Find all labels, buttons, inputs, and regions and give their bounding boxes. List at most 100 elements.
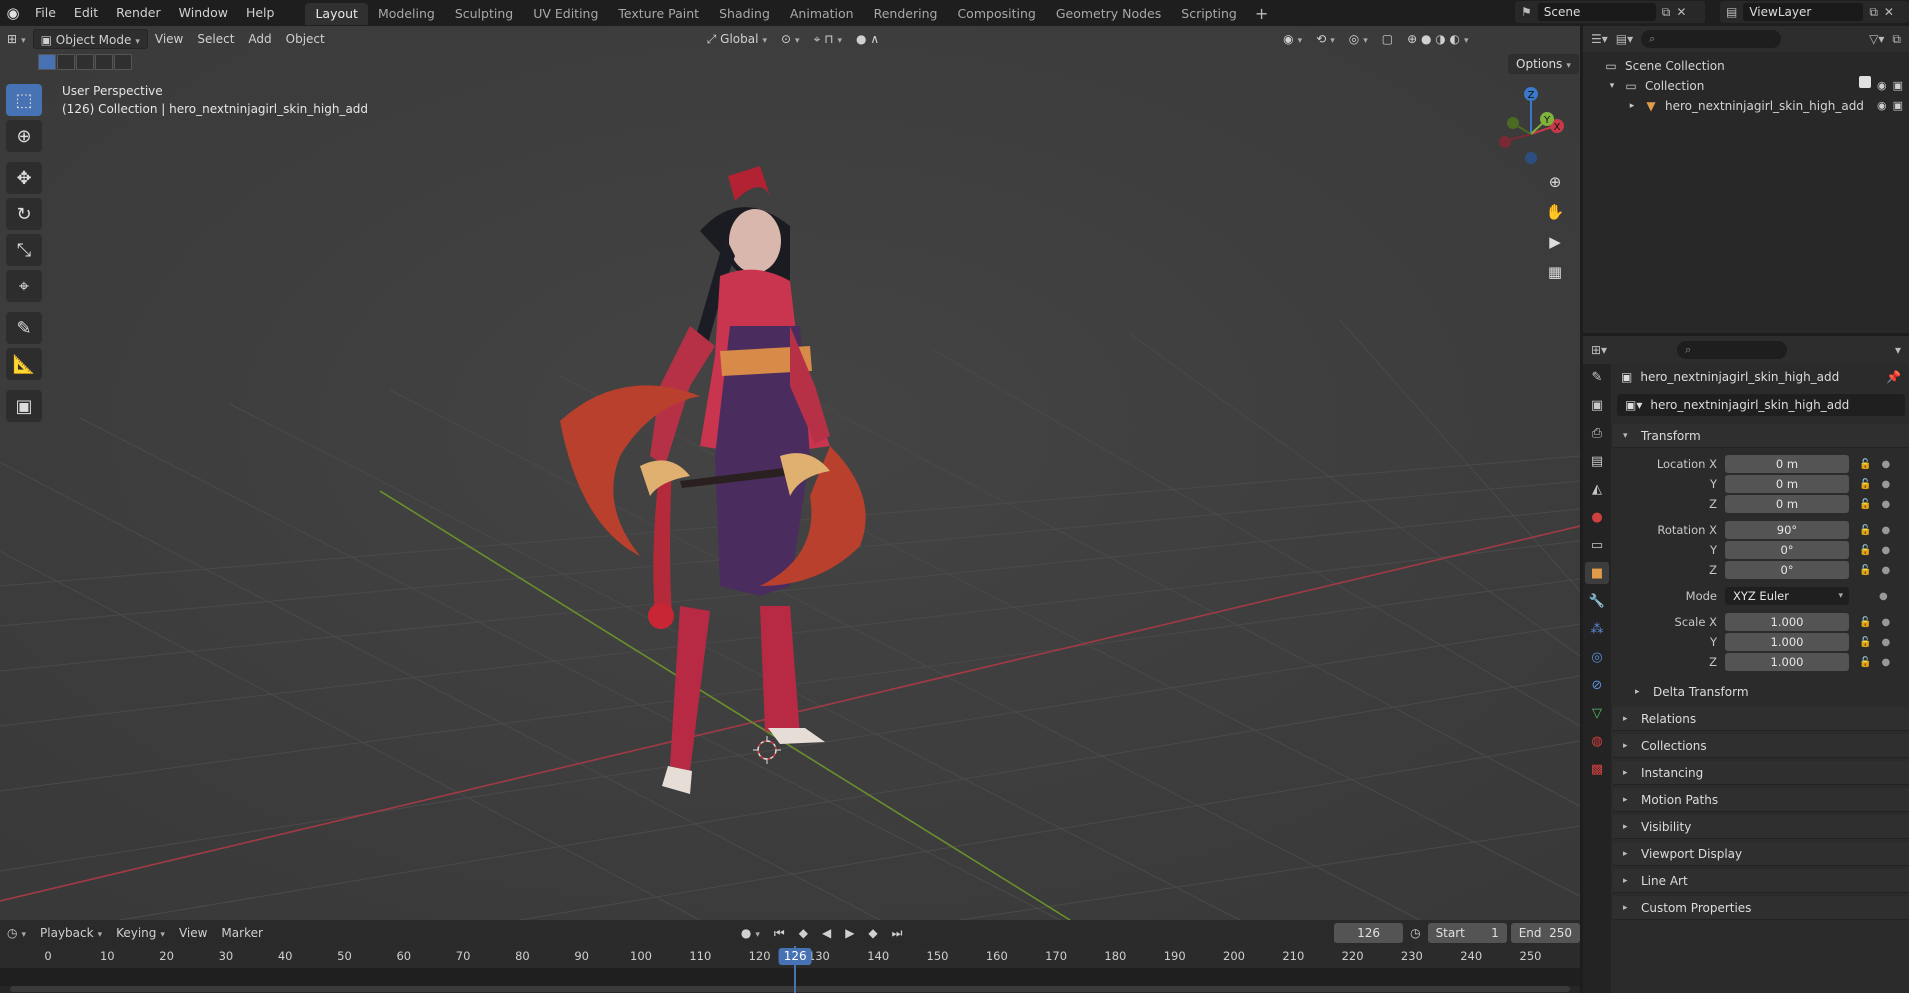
outliner-search-input[interactable]: ⌕ — [1641, 30, 1782, 48]
overlays-icon[interactable]: ◎ ▾ — [1342, 29, 1375, 49]
zoom-icon[interactable]: ⊕ — [1541, 168, 1569, 196]
3d-viewport[interactable]: Z X Y ⊞ ▾ ▣ Object Mode ▾ View Select Add … — [0, 26, 1580, 920]
select-intersect-icon[interactable] — [114, 54, 132, 70]
tool-tab-icon[interactable]: ✎ — [1585, 366, 1609, 388]
lock-icon[interactable]: 🔓 — [1859, 479, 1871, 490]
snap-icon[interactable]: ⌖ ⊓ ▾ — [807, 29, 849, 49]
render-tab-icon[interactable]: ▣ — [1585, 394, 1609, 416]
menu-window[interactable]: Window — [170, 0, 237, 26]
end-frame-field[interactable]: End 250 — [1510, 923, 1581, 943]
jump-start-icon[interactable]: ⏮ — [767, 923, 792, 943]
object-name-field[interactable]: ▣▾ hero_nextninjagirl_skin_high_add — [1617, 394, 1905, 416]
next-keyframe-icon[interactable]: ◆ — [861, 923, 884, 943]
tab-geometry-nodes[interactable]: Geometry Nodes — [1046, 3, 1171, 25]
measure-icon[interactable]: 📐 — [6, 348, 42, 380]
modifier-tab-icon[interactable]: 🔧 — [1585, 590, 1609, 612]
keyframe-dot-icon[interactable]: ● — [1881, 459, 1890, 470]
world-tab-icon[interactable]: ● — [1585, 506, 1609, 528]
select-extend-icon[interactable] — [57, 54, 75, 70]
transform-panel-header[interactable]: ▾ Transform — [1613, 424, 1909, 448]
start-frame-field[interactable]: Start 1 — [1427, 923, 1507, 943]
exclude-checkbox[interactable] — [1858, 76, 1871, 88]
pivot-icon[interactable]: ⊙ ▾ — [774, 29, 807, 49]
viewlayer-selector[interactable]: ▤ ViewLayer ⧉ ✕ — [1720, 1, 1909, 23]
scale-z-field[interactable]: 1.000 — [1725, 653, 1849, 671]
keyframe-dot-icon[interactable]: ● — [1881, 499, 1890, 510]
output-tab-icon[interactable]: ⎙ — [1585, 422, 1609, 444]
select-new-icon[interactable] — [38, 54, 56, 70]
viewlayer-name[interactable]: ViewLayer — [1743, 3, 1864, 21]
new-collection-icon[interactable]: ⧉ — [1892, 32, 1901, 47]
texture-tab-icon[interactable]: ▩ — [1585, 758, 1609, 780]
delete-scene-icon[interactable]: ✕ — [1676, 5, 1686, 19]
tab-rendering[interactable]: Rendering — [864, 3, 948, 25]
rotation-x-field[interactable]: 90° — [1725, 521, 1849, 539]
menu-select[interactable]: Select — [190, 29, 241, 49]
shading-modes[interactable]: ⊕ ● ◑ ◐ ▾ — [1400, 29, 1475, 49]
tab-shading[interactable]: Shading — [709, 3, 780, 25]
mode-dropdown[interactable]: ▣ Object Mode ▾ — [32, 29, 148, 49]
menu-timeline-view[interactable]: View — [172, 923, 214, 943]
menu-add[interactable]: Add — [241, 29, 278, 49]
scene-name[interactable]: Scene — [1537, 3, 1656, 21]
menu-keying[interactable]: Keying ▾ — [109, 923, 172, 943]
ortho-grid-icon[interactable]: ▦ — [1541, 258, 1569, 286]
tab-sculpting[interactable]: Sculpting — [445, 3, 523, 25]
add-workspace-button[interactable]: + — [1247, 4, 1276, 23]
constraints-tab-icon[interactable]: ⊘ — [1585, 674, 1609, 696]
lock-icon[interactable]: 🔓 — [1859, 617, 1871, 628]
keyframe-dot-icon[interactable]: ● — [1881, 657, 1890, 668]
current-frame-field[interactable]: 126 — [1333, 923, 1404, 943]
properties-search-input[interactable]: ⌕ — [1677, 341, 1788, 359]
clock-icon[interactable]: ◷ — [1403, 923, 1427, 943]
tab-scripting[interactable]: Scripting — [1171, 3, 1247, 25]
select-box-icon[interactable]: ⬚ — [6, 84, 42, 116]
tab-texture-paint[interactable]: Texture Paint — [608, 3, 709, 25]
expand-arrow-icon[interactable]: ▸ — [1627, 96, 1637, 116]
keyframe-dot-icon[interactable]: ● — [1881, 617, 1890, 628]
keyframe-dot-icon[interactable]: ● — [1881, 565, 1890, 576]
lock-icon[interactable]: 🔓 — [1859, 545, 1871, 556]
tab-modeling[interactable]: Modeling — [368, 3, 445, 25]
keyframe-dot-icon[interactable]: ● — [1881, 545, 1890, 556]
transform-orientation-dropdown[interactable]: ⤢ Global ▾ — [700, 29, 774, 49]
menu-view[interactable]: View — [148, 29, 190, 49]
rotation-y-field[interactable]: 0° — [1725, 541, 1849, 559]
lock-icon[interactable]: 🔓 — [1859, 637, 1871, 648]
visibility-icon[interactable]: ◉ ▾ — [1276, 29, 1309, 49]
menu-playback[interactable]: Playback ▾ — [33, 923, 109, 943]
tab-animation[interactable]: Animation — [780, 3, 864, 25]
menu-object[interactable]: Object — [279, 29, 332, 49]
annotate-icon[interactable]: ✎ — [6, 312, 42, 344]
line-art-panel-header[interactable]: ▸ Line Art — [1613, 869, 1909, 893]
pan-hand-icon[interactable]: ✋ — [1541, 198, 1569, 226]
select-subtract-icon[interactable] — [76, 54, 94, 70]
proportional-edit-icon[interactable]: ● ∧ — [849, 29, 886, 49]
select-invert-icon[interactable] — [95, 54, 113, 70]
custom-properties-panel-header[interactable]: ▸ Custom Properties — [1613, 896, 1909, 920]
tab-compositing[interactable]: Compositing — [947, 3, 1045, 25]
play-reverse-icon[interactable]: ◀ — [815, 923, 838, 943]
blender-logo-icon[interactable]: ◉ — [0, 0, 26, 26]
timeline-editor-icon[interactable]: ◷ ▾ — [0, 923, 33, 943]
object-browse-icon[interactable]: ▣▾ — [1625, 398, 1642, 412]
options-button[interactable]: Options ▾ — [1508, 54, 1579, 74]
gizmo-toggle-icon[interactable]: ⟲ ▾ — [1309, 29, 1342, 49]
menu-marker[interactable]: Marker — [214, 923, 269, 943]
location-z-field[interactable]: 0 m — [1725, 495, 1849, 513]
add-cube-icon[interactable]: ▣ — [6, 390, 42, 422]
keyframe-dot-icon[interactable]: ● — [1881, 525, 1890, 536]
display-mode-icon[interactable]: ▤▾ — [1616, 32, 1633, 46]
outliner-row-collection[interactable]: ▾ ▭ Collection ◉ ▣ — [1583, 76, 1909, 96]
relations-panel-header[interactable]: ▸ Relations — [1613, 707, 1909, 731]
keyframe-dot-icon[interactable]: ● — [1881, 479, 1890, 490]
instancing-panel-header[interactable]: ▸ Instancing — [1613, 761, 1909, 785]
timeline-scrollbar[interactable] — [10, 986, 1570, 992]
rotate-icon[interactable]: ↻ — [6, 198, 42, 230]
lock-icon[interactable]: 🔓 — [1859, 459, 1871, 470]
view-layer-tab-icon[interactable]: ▤ — [1585, 450, 1609, 472]
motion-paths-panel-header[interactable]: ▸ Motion Paths — [1613, 788, 1909, 812]
rotation-z-field[interactable]: 0° — [1725, 561, 1849, 579]
tab-layout[interactable]: Layout — [305, 3, 368, 25]
properties-editor-icon[interactable]: ⊞▾ — [1591, 343, 1607, 357]
